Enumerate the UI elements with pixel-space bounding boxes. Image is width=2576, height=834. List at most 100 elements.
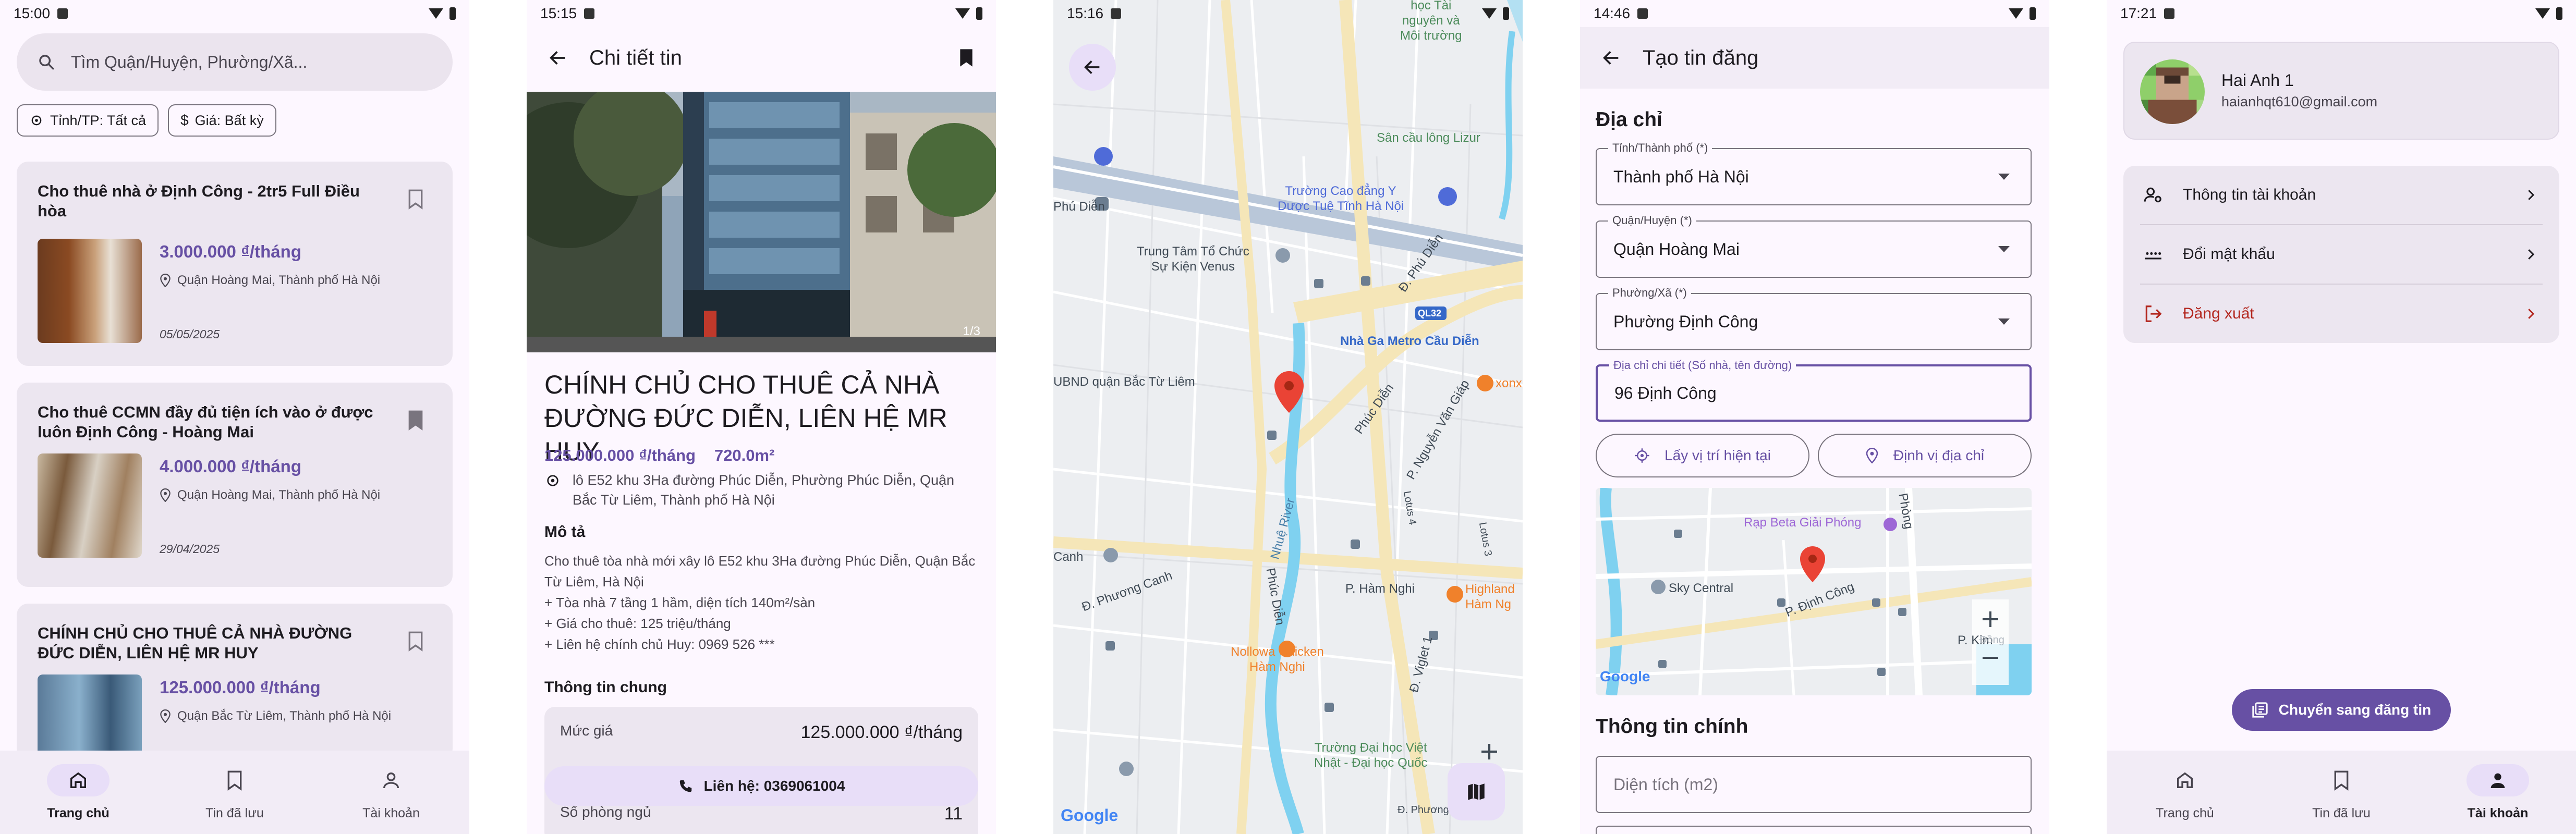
status-time: 15:16 [1067,5,1104,21]
map-icon [1468,783,1485,800]
district-select[interactable]: Quận/Huyện (*) Quận Hoàng Mai [1596,214,2032,278]
top-app-bar: Tạo tin đăng [1580,29,2049,87]
map-label: Trường Đại học Việt Nhật - Đại học Quốc [1314,741,1428,770]
menu-label: Đăng xuất [2183,305,2254,322]
map-label: học Tài nguyên và Môi trường [1400,0,1462,43]
field-label: Quận/Huyện (*) [1608,214,1696,227]
profile-card[interactable]: Hai Anh 1 haianhqt610@gmail.com [2123,42,2559,140]
contact-button[interactable]: Liên hệ: 0369061004 [544,766,978,806]
status-time: 15:00 [14,5,51,21]
dropdown-arrow-icon [1998,318,2010,325]
info-value: 125.000.000 ₫/tháng [800,722,963,742]
nav-item-account[interactable]: Tài khoản [323,764,459,821]
map-type-button[interactable] [1448,763,1505,820]
description-text: Cho thuê tòa nhà mới xây lô E52 khu 3Ha … [544,553,976,652]
notification-icon [1111,8,1122,19]
nav-item-account[interactable]: Tài khoản [2430,764,2566,821]
map-label: Phú Diễn [1053,200,1105,214]
listing-card[interactable]: Cho thuê nhà ở Định Công - 2tr5 Full Điề… [17,162,453,366]
location-pin-icon [160,709,171,723]
page-title: Tạo tin đăng [1643,46,1759,69]
chevron-right-icon [2528,249,2535,260]
status-bar: 15:00 [0,0,469,27]
search-placeholder: Tìm Quận/Huyện, Phường/Xã... [71,52,308,71]
wifi-icon [2009,8,2023,19]
status-bar: 14:46 [1580,0,2049,27]
listing-card[interactable]: CHÍNH CHỦ CHO THUÊ CẢ NHÀ ĐƯỜNG ĐỨC DIỄN… [17,604,453,779]
menu-item-logout[interactable]: Đăng xuất [2123,285,2559,343]
current-location-button[interactable]: Lấy vị trí hiện tại [1596,434,1809,477]
bookmark-filled-icon[interactable] [957,47,975,68]
listing-image-carousel[interactable]: 1/3 [527,92,996,352]
wifi-icon [2535,8,2550,19]
address-detail-input[interactable]: Địa chỉ chi tiết (Số nhà, tên đường) 96 … [1596,359,2032,422]
nav-label-saved: Tin đã lưu [205,805,264,820]
avatar [2140,59,2205,124]
menu-item-change-password[interactable]: Đổi mật khẩu [2123,225,2559,284]
wifi-icon [1482,8,1497,19]
person-icon [383,772,399,788]
status-bar: 17:21 [2107,0,2576,27]
battery-icon [976,7,982,20]
province-select[interactable]: Tỉnh/Thành phố (*) Thành phố Hà Nội [1596,141,2032,205]
map-label: QL32 [1418,308,1442,318]
notification-icon [57,8,68,19]
field-value: Thành phố Hà Nội [1613,167,1749,186]
description-heading: Mô tả [544,523,586,541]
next-field[interactable] [1596,826,2032,834]
filter-chips: Tỉnh/TP: Tất cả $ Giá: Bất kỳ [17,104,276,137]
field-label: Phường/Xã (*) [1608,286,1691,300]
back-button[interactable] [1069,44,1116,91]
nav-item-saved[interactable]: Tin đã lưu [2274,764,2409,821]
nav-label-home: Trang chủ [2156,805,2214,820]
location-preview-map[interactable]: Rạp Beta Giải Phóng Sky Central P. Định … [1596,488,2032,695]
map-label: Sky Central [1669,581,1734,595]
filter-province-chip[interactable]: Tỉnh/TP: Tất cả [17,104,159,137]
area-input[interactable]: Diện tích (m2) [1596,756,2032,813]
dollar-icon: $ [180,112,189,128]
bottom-navigation: Trang chủ Tin đã lưu Tài khoản [0,751,469,834]
back-arrow-icon[interactable] [548,47,568,68]
switch-to-posting-button[interactable]: Chuyển sang đăng tin [2232,689,2451,731]
logout-icon [2145,305,2162,322]
listing-title: CHÍNH CHỦ CHO THUÊ CẢ NHÀ ĐƯỜNG ĐỨC DIỄN… [38,624,353,662]
image-counter: 1/3 [963,324,980,338]
back-arrow-icon [1084,60,1100,74]
nav-item-home[interactable]: Trang chủ [10,764,146,821]
bookmark-icon[interactable] [407,631,424,652]
field-label: Địa chỉ chi tiết (Số nhà, tên đường) [1609,359,1796,372]
nav-item-home[interactable]: Trang chủ [2117,764,2253,821]
bookmark-icon[interactable] [407,189,424,210]
menu-item-account-info[interactable]: Thông tin tài khoản [2123,166,2559,224]
zoom-in-icon[interactable] [1479,741,1500,762]
bookmark-icon[interactable] [407,410,424,431]
profile-name: Hai Anh 1 [2221,71,2294,90]
home-icon [2177,772,2193,788]
filter-price-chip[interactable]: $ Giá: Bất kỳ [168,104,276,137]
location-pin-icon [1866,448,1878,463]
battery-icon [449,7,456,20]
notification-icon [1637,8,1648,19]
filter-province-label: Tỉnh/TP: Tất cả [50,112,147,128]
listing-address: Quận Hoàng Mai, Thành phố Hà Nội [177,273,381,287]
address-heading: Địa chỉ [1596,108,1662,131]
profile-email: haianhqt610@gmail.com [2221,94,2378,109]
map-label: Nollowa Chicken Hàm Nghi [1231,645,1324,674]
nav-item-saved[interactable]: Tin đã lưu [167,764,302,821]
map-label: P. Hàm Nghi [1345,582,1415,596]
person-icon [2490,773,2505,788]
search-input[interactable]: Tìm Quận/Huyện, Phường/Xã... [17,33,453,91]
ward-select[interactable]: Phường/Xã (*) Phường Định Công [1596,286,2032,350]
status-bar: 15:15 [527,0,996,27]
main-info-heading: Thông tin chính [1596,715,1748,738]
status-time: 15:15 [540,5,577,21]
locate-address-button[interactable]: Định vị địa chỉ [1818,434,2032,477]
area-placeholder: Diện tích (m2) [1613,775,1718,794]
battery-icon [2556,7,2562,20]
back-arrow-icon[interactable] [1601,47,1622,68]
bottom-navigation: Trang chủ Tin đã lưu Tài khoản [2107,751,2576,834]
listing-card[interactable]: Cho thuê CCMN đầy đủ tiện ích vào ở được… [17,383,453,587]
google-logo: Google [1600,668,1650,684]
status-time: 14:46 [1594,5,1631,21]
nav-label-account: Tài khoản [362,805,420,820]
